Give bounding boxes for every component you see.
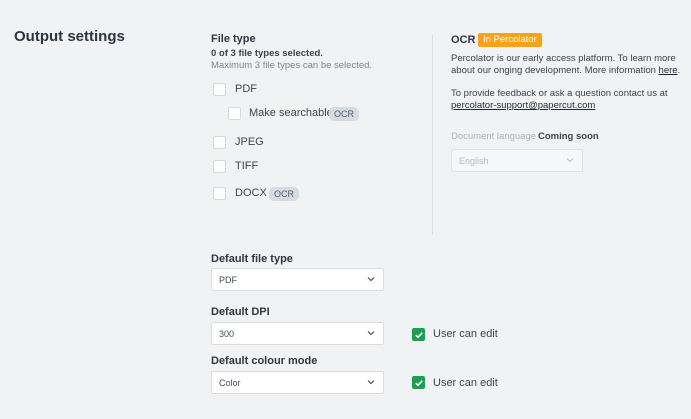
- ocr-badge: OCR: [329, 107, 359, 121]
- ocr-badge: OCR: [269, 187, 299, 201]
- document-language-label: Document language: [451, 131, 537, 142]
- file-type-max-note: Maximum 3 file types can be selected.: [211, 60, 373, 71]
- make-searchable-label: Make searchable: [249, 107, 333, 119]
- column-divider: [432, 35, 433, 235]
- pdf-label: PDF: [235, 83, 257, 95]
- pdf-checkbox[interactable]: [213, 83, 226, 96]
- file-type-selected-count: 0 of 3 file types selected.: [211, 48, 323, 59]
- default-dpi-value: 300: [219, 328, 235, 339]
- make-searchable-checkbox[interactable]: [228, 107, 241, 120]
- more-info-link[interactable]: here: [659, 65, 678, 76]
- ocr-title: OCR: [451, 34, 476, 46]
- chevron-down-icon: [367, 277, 375, 282]
- default-colour-mode-label: Default colour mode: [211, 355, 318, 367]
- tiff-label: TIFF: [235, 160, 259, 172]
- document-language-value: English: [459, 155, 489, 166]
- dpi-user-can-edit-label: User can edit: [433, 328, 498, 340]
- in-percolator-badge: In Percolator: [478, 33, 542, 47]
- jpeg-label: JPEG: [235, 136, 264, 148]
- colour-user-can-edit-checkbox[interactable]: [412, 376, 425, 389]
- default-colour-mode-select[interactable]: Color: [211, 371, 384, 394]
- section-title: Output settings: [14, 28, 125, 45]
- check-icon: [414, 331, 423, 338]
- colour-user-can-edit-label: User can edit: [433, 377, 498, 389]
- default-file-type-select[interactable]: PDF: [211, 268, 384, 291]
- feedback-text: To provide feedback or ask a question co…: [451, 88, 668, 99]
- chevron-down-icon: [367, 331, 375, 336]
- default-file-type-label: Default file type: [211, 253, 293, 265]
- ocr-intro: Percolator is our early access platform.…: [451, 53, 681, 77]
- jpeg-checkbox[interactable]: [213, 136, 226, 149]
- ocr-intro-text: Percolator is our early access platform.…: [451, 53, 676, 76]
- document-language-select: English: [451, 149, 583, 172]
- docx-checkbox[interactable]: [213, 187, 226, 200]
- check-icon: [414, 379, 423, 386]
- file-type-heading: File type: [211, 33, 256, 45]
- chevron-down-icon: [566, 158, 574, 163]
- dpi-user-can-edit-checkbox[interactable]: [412, 328, 425, 341]
- tiff-checkbox[interactable]: [213, 160, 226, 173]
- default-colour-mode-value: Color: [219, 377, 241, 388]
- support-email-link[interactable]: percolator-support@papercut.com: [451, 100, 595, 112]
- docx-label: DOCX: [235, 187, 267, 199]
- default-file-type-value: PDF: [219, 274, 237, 285]
- ocr-intro-end: .: [677, 65, 681, 76]
- default-dpi-label: Default DPI: [211, 306, 270, 318]
- default-dpi-select[interactable]: 300: [211, 322, 384, 345]
- coming-soon-label: Coming soon: [538, 131, 599, 142]
- chevron-down-icon: [367, 380, 375, 385]
